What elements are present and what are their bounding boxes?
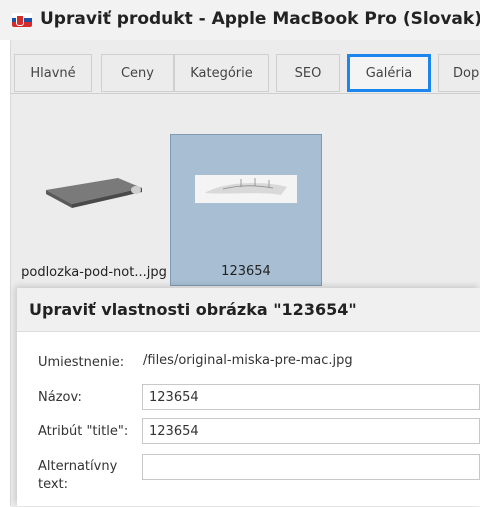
page-header: Upraviť produkt - Apple MacBook Pro (Slo… xyxy=(0,0,480,40)
tab-bar: Hlavné Ceny Kategórie SEO Galéria Dopl xyxy=(11,54,480,94)
slovak-flag-icon xyxy=(12,13,32,27)
edit-image-dialog: Upraviť vlastnosti obrázka "123654" Umie… xyxy=(17,288,480,506)
location-row: Umiestnenie: /files/original-miska-pre-m… xyxy=(17,344,480,370)
tab-galeria[interactable]: Galéria xyxy=(347,54,431,92)
gallery-item-label: podlozka-pod-not...jpg xyxy=(21,265,167,280)
product-image xyxy=(195,175,297,203)
alt-text-row: Alternatívny text: xyxy=(17,454,480,498)
page-title: Upraviť produkt - Apple MacBook Pro (Slo… xyxy=(40,9,480,29)
alt-text-label: Alternatívny text: xyxy=(38,459,118,492)
gallery-item-label: 123654 xyxy=(221,264,271,279)
title-attr-row: Atribút "title": xyxy=(17,418,480,446)
title-attr-input[interactable] xyxy=(142,418,480,444)
title-attr-label: Atribút "title": xyxy=(38,424,129,439)
tab-seo[interactable]: SEO xyxy=(276,54,340,92)
name-label: Názov: xyxy=(38,390,82,405)
trackpad-image xyxy=(38,168,148,212)
tab-doplnky[interactable]: Dopl xyxy=(438,54,480,92)
tab-hlavne[interactable]: Hlavné xyxy=(14,54,92,92)
tab-ceny[interactable]: Ceny xyxy=(101,54,174,92)
name-input[interactable] xyxy=(142,384,480,410)
location-label: Umiestnenie: xyxy=(38,355,125,370)
location-value: /files/original-miska-pre-mac.jpg xyxy=(143,353,353,368)
dialog-title: Upraviť vlastnosti obrázka "123654" xyxy=(17,288,480,332)
tab-kategorie[interactable]: Kategórie xyxy=(174,54,269,92)
alt-text-input[interactable] xyxy=(142,454,480,480)
name-row: Názov: xyxy=(17,384,480,412)
gallery-item[interactable]: podlozka-pod-not...jpg xyxy=(20,134,168,286)
gallery-item-selected[interactable]: 123654 xyxy=(170,134,322,286)
